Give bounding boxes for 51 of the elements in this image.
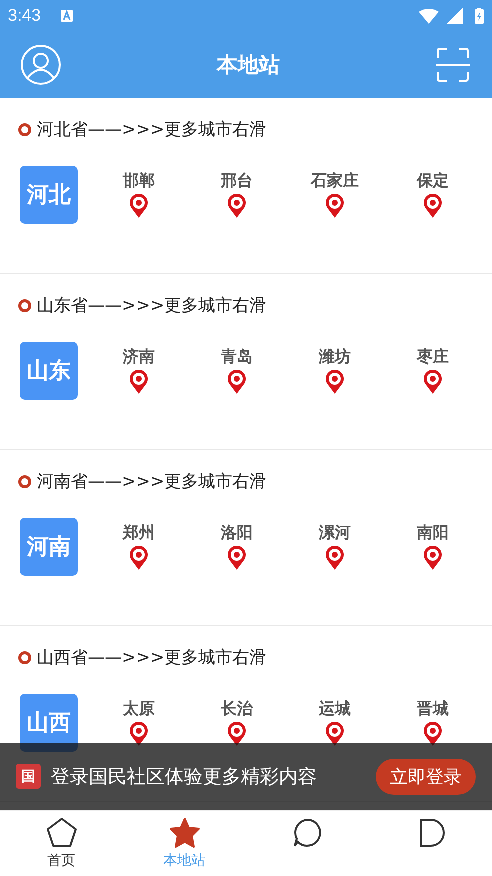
province-heading: 河南省——>>>更多城市右滑 (37, 471, 267, 493)
location-pin-icon (423, 369, 443, 395)
nav-tab[interactable]: 首页 (0, 811, 123, 876)
city-link[interactable]: 郑州 (123, 523, 155, 544)
status-time: 3:43 (8, 6, 42, 26)
city-link[interactable]: 运城 (319, 699, 351, 720)
page-title: 本地站 (217, 52, 280, 79)
location-pin-icon (325, 193, 345, 219)
signal-icon (447, 8, 463, 24)
province-heading: 山西省——>>>更多城市右滑 (37, 647, 267, 669)
star-icon (168, 817, 200, 849)
city-link[interactable]: 南阳 (417, 523, 449, 544)
bullet-icon (18, 122, 32, 136)
location-pin-icon (325, 545, 345, 571)
location-pin-icon (423, 545, 443, 571)
app-logo: 国 (16, 764, 41, 789)
province-heading: 山东省——>>>更多城市右滑 (37, 295, 267, 317)
bullet-icon (18, 298, 32, 312)
location-pin-icon (227, 545, 247, 571)
location-pin-icon (227, 193, 247, 219)
province-heading: 河北省——>>>更多城市右滑 (37, 119, 267, 141)
bullet-icon (18, 650, 32, 664)
city-link[interactable]: 邯郸 (123, 171, 155, 192)
city-link[interactable]: 潍坊 (319, 347, 351, 368)
wifi-icon (419, 8, 439, 24)
city-link[interactable]: 长治 (221, 699, 253, 720)
bullet-icon (18, 474, 32, 488)
battery-icon (475, 8, 484, 24)
city-link[interactable]: 保定 (417, 171, 449, 192)
user-icon[interactable] (21, 45, 61, 85)
city-link[interactable]: 邢台 (221, 171, 253, 192)
city-link[interactable]: 枣庄 (417, 347, 449, 368)
login-prompt: 登录国民社区体验更多精彩内容 (51, 764, 318, 790)
location-pin-icon (325, 369, 345, 395)
notification-icon (61, 10, 74, 22)
city-link[interactable]: 太原 (123, 699, 155, 720)
location-pin-icon (129, 193, 149, 219)
pentagon-icon (46, 817, 78, 849)
chat-icon (292, 817, 324, 849)
city-link[interactable]: 洛阳 (221, 523, 253, 544)
city-link[interactable]: 晋城 (417, 699, 449, 720)
city-link[interactable]: 青岛 (221, 347, 253, 368)
city-link[interactable]: 石家庄 (311, 171, 359, 192)
location-pin-icon (129, 369, 149, 395)
location-pin-icon (423, 193, 443, 219)
city-link[interactable]: 漯河 (319, 523, 351, 544)
scan-icon[interactable] (436, 48, 470, 82)
location-pin-icon (227, 369, 247, 395)
location-pin-icon (129, 545, 149, 571)
login-button[interactable]: 立即登录 (376, 758, 476, 794)
city-link[interactable]: 济南 (123, 347, 155, 368)
